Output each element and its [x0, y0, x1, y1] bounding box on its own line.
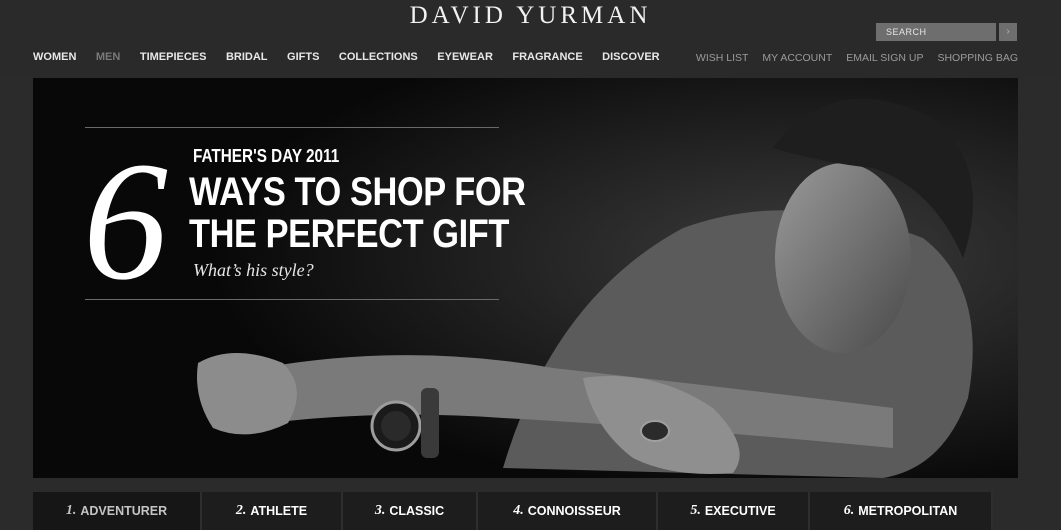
hero-subline: What’s his style?	[193, 260, 314, 280]
my-account-link[interactable]: MY ACCOUNT	[762, 52, 832, 64]
wish-list-link[interactable]: WISH LIST	[696, 52, 749, 64]
nav-item-men[interactable]: MEN	[96, 51, 120, 63]
email-signup-link[interactable]: EMAIL SIGN UP	[846, 52, 923, 64]
tab-number: 1.	[65, 503, 77, 518]
hero-banner[interactable]: 6 FATHER'S DAY 2011 WAYS TO SHOP FOR THE…	[33, 78, 1018, 478]
hero-headline-line-1: WAYS TO SHOP FOR	[189, 170, 526, 214]
tab-number: 3.	[374, 503, 386, 518]
hero-headline-line-2: THE PERFECT GIFT	[189, 212, 509, 256]
tab-athlete[interactable]: 2. ATHLETE	[202, 492, 343, 530]
tab-number: 2.	[235, 503, 247, 518]
tab-classic[interactable]: 3. CLASSIC	[343, 492, 478, 530]
nav-item-women[interactable]: WOMEN	[33, 51, 76, 63]
tab-label: METROPOLITAN	[858, 504, 958, 518]
tab-label: EXECUTIVE	[704, 504, 776, 518]
utility-nav: WISH LIST MY ACCOUNT EMAIL SIGN UP SHOPP…	[682, 52, 1018, 64]
tab-number: 5.	[690, 503, 701, 518]
tab-label: ATHLETE	[250, 504, 308, 518]
tab-number: 6.	[843, 503, 855, 518]
style-tabs: 1. ADVENTURER 2. ATHLETE 3. CLASSIC 4. C…	[33, 492, 993, 530]
nav-item-fragrance[interactable]: FRAGRANCE	[512, 51, 582, 63]
header-bar: DAVID YURMAN SEARCH › WOMEN MEN TIMEPIEC…	[0, 0, 1061, 78]
search-input[interactable]: SEARCH	[876, 23, 996, 41]
nav-item-discover[interactable]: DISCOVER	[602, 51, 659, 63]
search-submit-button[interactable]: ›	[999, 23, 1017, 41]
bottom-divider	[85, 299, 499, 300]
tab-label: CLASSIC	[389, 504, 445, 518]
tab-metropolitan[interactable]: 6. METROPOLITAN	[810, 492, 993, 530]
tab-executive[interactable]: 5. EXECUTIVE	[658, 492, 810, 530]
tab-number: 4.	[513, 503, 524, 518]
shopping-bag-link[interactable]: SHOPPING BAG	[937, 52, 1018, 64]
hero-numeral: 6	[83, 127, 168, 315]
nav-item-gifts[interactable]: GIFTS	[287, 51, 319, 63]
nav-item-eyewear[interactable]: EYEWEAR	[437, 51, 493, 63]
hero-eyebrow: FATHER'S DAY 2011	[193, 146, 340, 166]
nav-item-bridal[interactable]: BRIDAL	[226, 51, 268, 63]
hero-photo	[33, 78, 1018, 478]
nav-item-timepieces[interactable]: TIMEPIECES	[140, 51, 207, 63]
main-nav: WOMEN MEN TIMEPIECES BRIDAL GIFTS COLLEC…	[33, 51, 679, 63]
tab-adventurer[interactable]: 1. ADVENTURER	[33, 492, 202, 530]
tab-label: CONNOISSEUR	[527, 504, 621, 518]
hero-headline: WAYS TO SHOP FOR THE PERFECT GIFT	[189, 171, 526, 255]
tab-label: ADVENTURER	[80, 504, 168, 518]
tab-connoisseur[interactable]: 4. CONNOISSEUR	[478, 492, 658, 530]
nav-item-collections[interactable]: COLLECTIONS	[339, 51, 418, 63]
